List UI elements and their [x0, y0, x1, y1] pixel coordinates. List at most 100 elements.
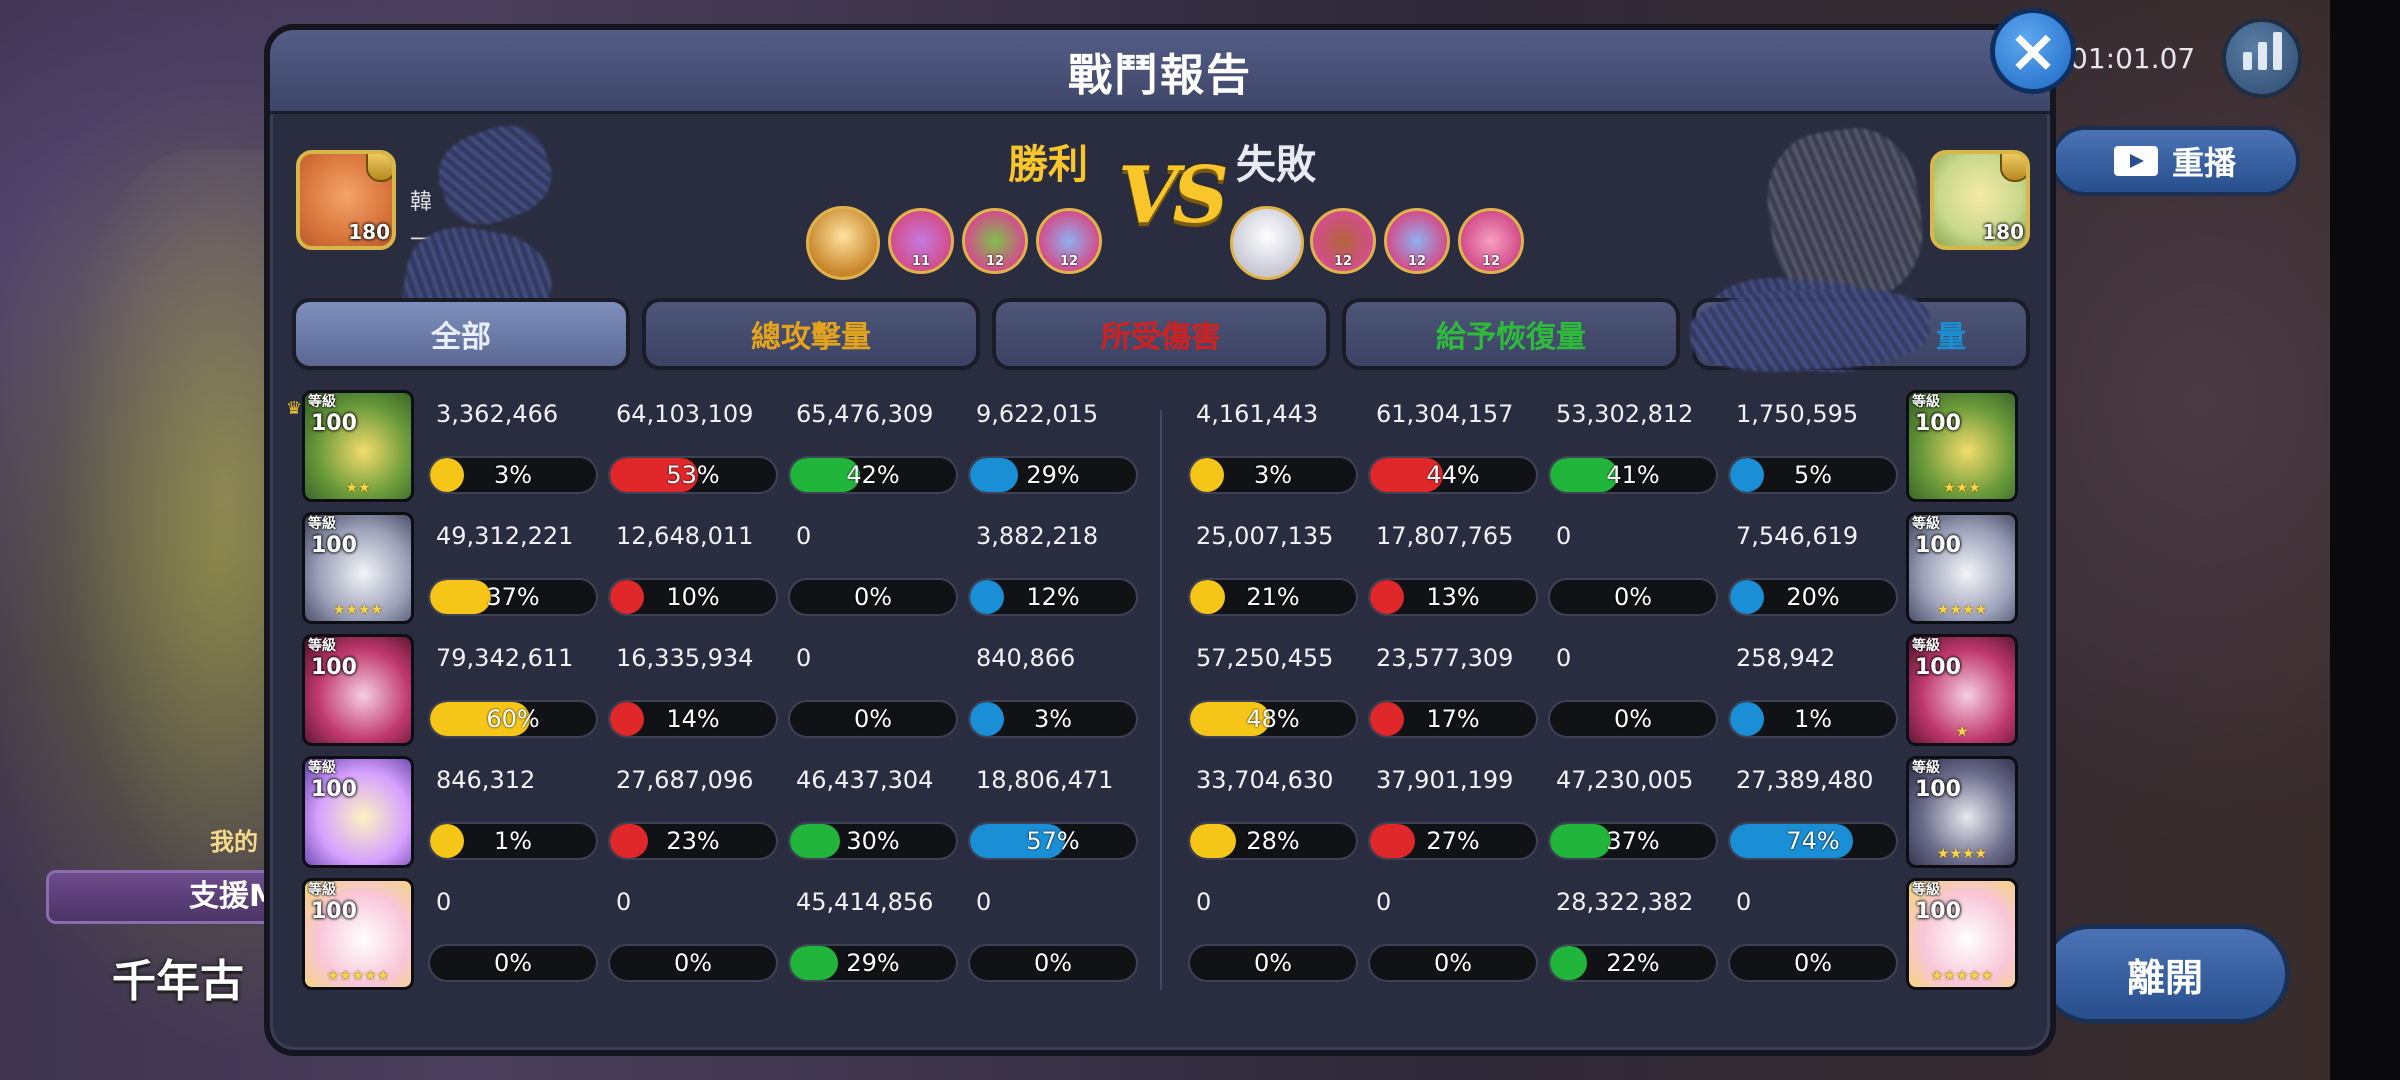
right-cookie-portrait[interactable]: 等級 100 ★★★★ — [1906, 512, 2018, 624]
cookie-level-tag: 等級 — [1912, 882, 1940, 898]
cookie-level: 100 — [1915, 533, 1961, 558]
cookie-level-tag: 等級 — [1912, 760, 1940, 776]
right-stat-bar: 22% — [1548, 944, 1718, 982]
right-treasure-icon[interactable]: 12 — [1458, 208, 1524, 274]
left-cookie-portrait[interactable]: 等級 100 — [302, 634, 414, 746]
crown-icon: ♛ — [286, 398, 303, 419]
left-stat-bar: 12% — [968, 578, 1138, 616]
left-stat-value: 3,362,466 — [436, 400, 559, 428]
cookie-level-tag: 等級 — [308, 760, 336, 776]
stat-percent: 0% — [853, 583, 893, 611]
tab-total-attack[interactable]: 總攻擊量 — [642, 298, 980, 370]
left-stat-bar: 37% — [428, 578, 598, 616]
result-victory: 勝利 — [1008, 142, 1088, 188]
right-stat-bar: 0% — [1548, 700, 1718, 738]
left-stat-value: 16,335,934 — [616, 644, 754, 672]
left-treasure-icon[interactable]: 12 — [962, 208, 1028, 274]
left-stat-value: 46,437,304 — [796, 766, 934, 794]
left-stat-bar: 1% — [428, 822, 598, 860]
left-treasure-icon[interactable]: 12 — [1036, 208, 1102, 274]
left-treasure-icon[interactable]: 11 — [888, 208, 954, 274]
modal-title: 戰鬥報告 — [270, 30, 2050, 114]
stat-percent: 3% — [1253, 461, 1293, 489]
cookie-level: 100 — [311, 411, 357, 436]
left-cookie-portrait[interactable]: 等級 100 ★★★★★ — [302, 878, 414, 990]
right-treasure-icon[interactable]: 12 — [1310, 208, 1376, 274]
stats-button[interactable] — [2222, 18, 2302, 98]
close-button[interactable]: × — [1990, 8, 2076, 94]
left-stat-value: 846,312 — [436, 766, 536, 794]
cookie-level: 100 — [311, 533, 357, 558]
right-stat-bar: 0% — [1188, 944, 1358, 982]
rank-shield-icon — [2000, 154, 2026, 182]
stat-percent: 21% — [1246, 583, 1300, 611]
right-stat-bar: 28% — [1188, 822, 1358, 860]
stat-percent: 27% — [1426, 827, 1480, 855]
background-cookie-name: 千年古 — [112, 956, 244, 1007]
left-stat-bar: 0% — [428, 944, 598, 982]
left-cookie-portrait[interactable]: 等級 100 ★★ — [302, 390, 414, 502]
stat-percent: 30% — [846, 827, 900, 855]
stat-percent: 17% — [1426, 705, 1480, 733]
cookie-level-tag: 等級 — [308, 882, 336, 898]
left-stat-value: 49,312,221 — [436, 522, 574, 550]
right-cookie-portrait[interactable]: 等級 100 ★★★★ — [1906, 756, 2018, 868]
right-player-avatar[interactable]: 180 — [1930, 150, 2030, 250]
left-stat-bar: 0% — [968, 944, 1138, 982]
stat-percent: 10% — [666, 583, 720, 611]
background-sub-label: 我的 — [210, 828, 258, 856]
team-divider — [1160, 410, 1162, 990]
right-cookie-portrait[interactable]: 等級 100 ★ — [1906, 634, 2018, 746]
background-banner: 支援M — [46, 870, 286, 924]
left-treasure-main-icon[interactable] — [806, 206, 880, 280]
left-stat-value: 45,414,856 — [796, 888, 934, 916]
stat-percent: 44% — [1426, 461, 1480, 489]
stat-percent: 1% — [1793, 705, 1833, 733]
stat-percent: 0% — [1793, 949, 1833, 977]
star-rating: ★★★★ — [1936, 602, 1988, 618]
star-rating: ★ — [1955, 724, 1969, 740]
stat-percent: 3% — [493, 461, 533, 489]
stat-percent: 20% — [1786, 583, 1840, 611]
cookie-level-tag: 等級 — [1912, 638, 1940, 654]
tab-damage-taken[interactable]: 所受傷害 — [992, 298, 1330, 370]
stat-percent: 57% — [1026, 827, 1080, 855]
right-stat-bar: 13% — [1368, 578, 1538, 616]
left-stat-value: 3,882,218 — [976, 522, 1099, 550]
cookie-level-tag: 等級 — [1912, 516, 1940, 532]
right-stat-value: 1,750,595 — [1736, 400, 1859, 428]
replay-button[interactable]: 重播 — [2050, 126, 2300, 196]
left-stat-bar: 14% — [608, 700, 778, 738]
right-treasure-main-icon[interactable] — [1230, 206, 1304, 280]
stat-percent: 3% — [1033, 705, 1073, 733]
stat-percent: 42% — [846, 461, 900, 489]
right-stat-bar: 27% — [1368, 822, 1538, 860]
right-cookie-portrait[interactable]: 等級 100 ★★★ — [1906, 390, 2018, 502]
right-stat-bar: 0% — [1548, 578, 1718, 616]
cookie-level-tag: 等級 — [308, 638, 336, 654]
replay-label: 重播 — [2171, 144, 2236, 182]
star-rating: ★★★★ — [332, 602, 384, 618]
right-treasure-icon[interactable]: 12 — [1384, 208, 1450, 274]
right-stat-bar: 20% — [1728, 578, 1898, 616]
cookie-level: 100 — [1915, 411, 1961, 436]
left-player-avatar[interactable]: 180 — [296, 150, 396, 250]
leave-button[interactable]: 離開 — [2040, 924, 2290, 1024]
tab-all[interactable]: 全部 — [292, 298, 630, 370]
right-cookie-portrait[interactable]: 等級 100 ★★★★★ — [1906, 878, 2018, 990]
left-stat-value: 840,866 — [976, 644, 1076, 672]
screen-edge — [2330, 0, 2400, 1080]
left-stat-value: 18,806,471 — [976, 766, 1114, 794]
cookie-level-tag: 等級 — [308, 516, 336, 532]
left-stat-bar: 10% — [608, 578, 778, 616]
tab-healing-given[interactable]: 給予恢復量 — [1342, 298, 1680, 370]
left-stat-bar: 57% — [968, 822, 1138, 860]
right-stat-value: 57,250,455 — [1196, 644, 1334, 672]
left-cookie-portrait[interactable]: 等級 100 — [302, 756, 414, 868]
left-cookie-portrait[interactable]: 等級 100 ★★★★ — [302, 512, 414, 624]
right-stat-value: 28,322,382 — [1556, 888, 1694, 916]
left-stat-bar: 60% — [428, 700, 598, 738]
stat-percent: 53% — [666, 461, 720, 489]
cookie-level: 100 — [311, 655, 357, 680]
right-stat-value: 17,807,765 — [1376, 522, 1514, 550]
